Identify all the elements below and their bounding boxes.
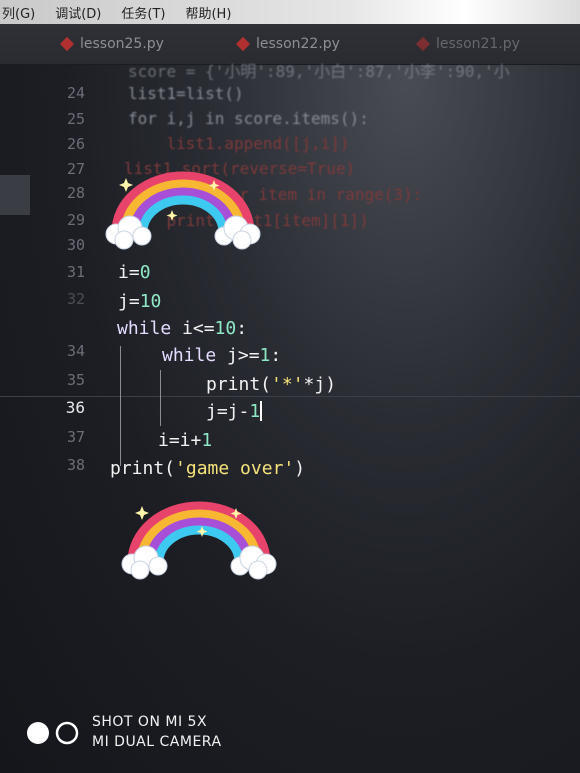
code-line: list1.append([j,i]) — [128, 134, 350, 153]
pin-icon — [415, 36, 431, 52]
code-token: print( — [206, 374, 272, 395]
code-line: list1=list() — [128, 84, 244, 103]
code-line: score = {'小明':89,'小白':87,'小李':90,'小 — [128, 62, 510, 81]
code-token: j=j- — [206, 401, 250, 422]
indent-guide — [120, 346, 121, 466]
code-line: for i,j in score.items(): — [128, 109, 369, 128]
tab-label: lesson22.py — [256, 36, 340, 52]
code-token: print( — [110, 458, 176, 479]
code-token: *j) — [303, 374, 337, 395]
code-string: 'game over' — [175, 458, 295, 479]
code-token: j>= — [216, 345, 260, 366]
code-string: '*' — [271, 374, 304, 395]
code-token: i= — [118, 262, 140, 283]
code-token: : — [270, 345, 282, 366]
code-token: ) — [294, 458, 306, 479]
code-number: 1 — [201, 430, 213, 451]
code-line: print('*'*j) — [206, 374, 336, 395]
code-line: i=0 — [118, 262, 151, 283]
code-line: j=j-1 — [206, 401, 263, 422]
code-token: j= — [118, 291, 140, 312]
tab-lesson21[interactable]: lesson21.py — [415, 36, 520, 52]
code-number: 1 — [259, 345, 271, 366]
dual-camera-icon — [27, 721, 79, 745]
tab-label: lesson21.py — [436, 36, 520, 52]
code-token: : — [236, 318, 248, 339]
code-line: while j>=1: — [162, 345, 281, 366]
pin-icon — [235, 36, 251, 52]
code-number: 1 — [249, 401, 261, 422]
pin-icon — [59, 36, 75, 52]
menu-item[interactable]: 列(G) — [2, 3, 35, 22]
rainbow-sticker-icon — [121, 501, 277, 580]
code-editor[interactable]: score = {'小明':89,'小白':87,'小李':90,'小 list… — [0, 62, 580, 494]
text-cursor — [260, 401, 263, 421]
code-token: i=i+ — [158, 430, 202, 451]
tab-lesson22[interactable]: lesson22.py — [235, 36, 340, 52]
watermark-line-2: MI DUAL CAMERA — [92, 734, 222, 750]
code-keyword: while — [117, 318, 172, 339]
menu-item-help[interactable]: 帮助(H) — [185, 3, 231, 22]
code-line: while i<=10: — [117, 318, 247, 339]
code-line: j=10 — [118, 291, 161, 312]
code-token: i<= — [171, 318, 215, 339]
code-number: 0 — [139, 262, 151, 283]
code-number: 10 — [139, 291, 162, 312]
tab-label: lesson25.py — [80, 36, 164, 52]
code-number: 10 — [214, 318, 237, 339]
rainbow-sticker-icon — [105, 171, 261, 250]
code-line: print('game over') — [110, 458, 305, 479]
menu-item-tasks[interactable]: 任务(T) — [121, 3, 165, 22]
watermark-line-1: SHOT ON MI 5X — [92, 714, 208, 730]
code-line: i=i+1 — [158, 430, 212, 451]
menu-bar: 列(G) 调试(D) 任务(T) 帮助(H) — [0, 0, 580, 24]
current-line-highlight — [0, 396, 580, 397]
code-token: item in range(3): — [248, 185, 423, 204]
indent-guide — [160, 370, 161, 426]
code-keyword: while — [162, 345, 217, 366]
menu-item-debug[interactable]: 调试(D) — [55, 3, 101, 22]
tab-lesson25[interactable]: lesson25.py — [59, 36, 164, 52]
